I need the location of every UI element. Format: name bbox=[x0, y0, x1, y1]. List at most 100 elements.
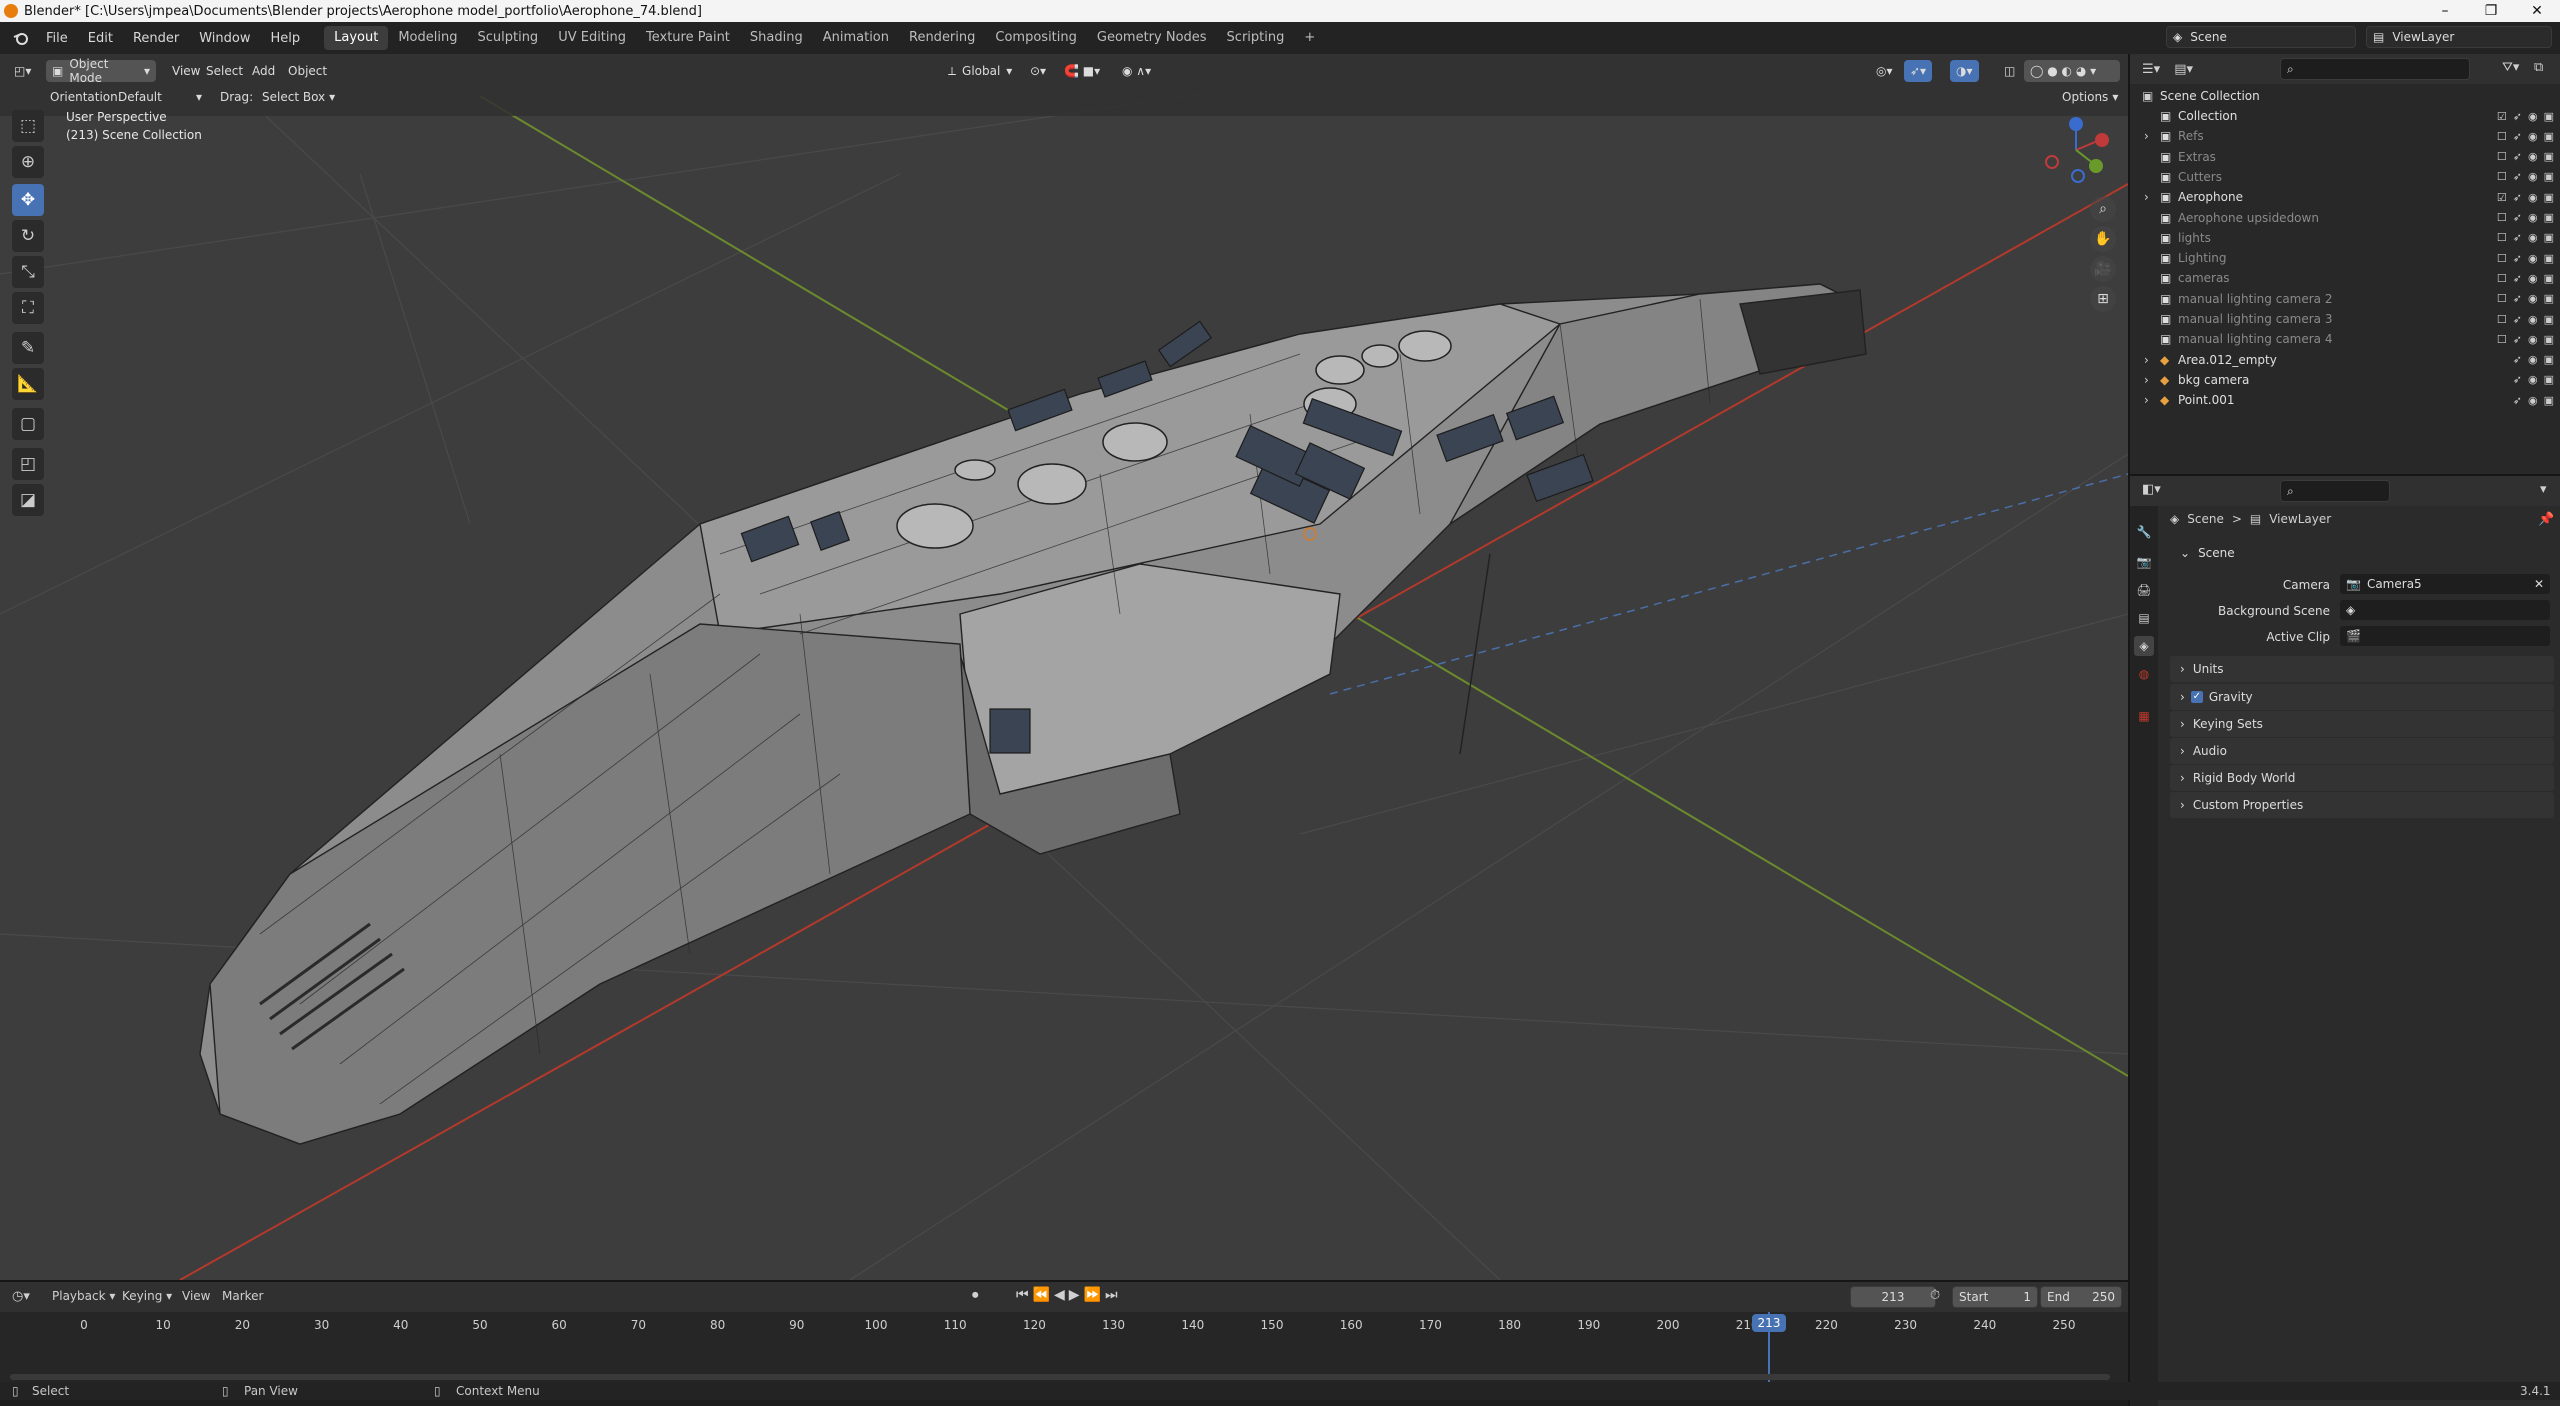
mode-dropdown[interactable]: ▣ Object Mode ▾ bbox=[46, 57, 156, 85]
menu-marker[interactable]: Marker bbox=[222, 1289, 263, 1303]
menu-view[interactable]: View bbox=[182, 1289, 210, 1303]
visibility-toggles[interactable]: ☑ ➶ ◉ ▣ bbox=[2497, 110, 2554, 123]
eye-icon[interactable]: ◉ bbox=[2528, 170, 2538, 183]
outliner-item[interactable]: ▣ Refs ☐ ➶ ◉ ▣ › bbox=[2130, 126, 2560, 146]
select-tool-icon[interactable]: ⬚ bbox=[12, 110, 44, 142]
eye-icon[interactable]: ◉ bbox=[2528, 292, 2538, 305]
tab-animation[interactable]: Animation bbox=[813, 26, 899, 50]
exclude-checkbox[interactable]: ☐ bbox=[2497, 313, 2507, 326]
render-tab-icon[interactable]: 📷 bbox=[2134, 552, 2154, 572]
expand-arrow-icon[interactable]: › bbox=[2144, 393, 2149, 407]
camera-icon[interactable]: ▣ bbox=[2544, 313, 2554, 326]
menu-playback[interactable]: Playback ▾ bbox=[52, 1289, 115, 1303]
editor-type-icon[interactable]: ◰▾ bbox=[8, 60, 37, 82]
outliner-item[interactable]: ▣ cameras ☐ ➶ ◉ ▣ bbox=[2130, 268, 2560, 288]
new-collection-icon[interactable]: ⧉ bbox=[2534, 60, 2543, 75]
visibility-toggles[interactable]: ☐ ➶ ◉ ▣ bbox=[2497, 272, 2554, 285]
annotate-tool-icon[interactable]: ✎ bbox=[12, 332, 44, 364]
exclude-checkbox[interactable]: ☐ bbox=[2497, 272, 2507, 285]
tab-sculpting[interactable]: Sculpting bbox=[467, 26, 548, 50]
scene-selector[interactable]: ◈ Scene bbox=[2166, 26, 2356, 48]
eye-icon[interactable]: ◉ bbox=[2528, 252, 2538, 265]
world-tab-icon[interactable]: ◍ bbox=[2134, 664, 2154, 684]
playback-controls[interactable]: ⏮⏪◀▶⏩⏭ bbox=[1016, 1287, 1122, 1303]
gravity-checkbox[interactable]: ✓ bbox=[2190, 691, 2203, 703]
visibility-toggles[interactable]: ☐ ➶ ◉ ▣ bbox=[2497, 211, 2554, 224]
outliner-item[interactable]: ▣ Extras ☐ ➶ ◉ ▣ bbox=[2130, 147, 2560, 167]
pan-hand-icon[interactable]: ✋ bbox=[2090, 226, 2116, 252]
menu-object[interactable]: Object bbox=[282, 60, 333, 82]
select-arrow-icon[interactable]: ➶ bbox=[2513, 231, 2522, 244]
outliner-item[interactable]: ◆ bkg camera ➶ ◉ ▣ › bbox=[2130, 370, 2560, 390]
camera-icon[interactable]: ▣ bbox=[2544, 110, 2554, 123]
snap-icon[interactable]: 🧲 ■▾ bbox=[1058, 60, 1106, 82]
timeline-scrollbar[interactable] bbox=[10, 1374, 2110, 1380]
tab-scripting[interactable]: Scripting bbox=[1217, 26, 1295, 50]
output-tab-icon[interactable]: 🖨 bbox=[2134, 580, 2154, 600]
eye-icon[interactable]: ◉ bbox=[2528, 353, 2538, 366]
view-layer-tab-icon[interactable]: ▤ bbox=[2134, 608, 2154, 628]
tab-compositing[interactable]: Compositing bbox=[985, 26, 1087, 50]
keying-sets-panel[interactable]: › Keying Sets bbox=[2170, 711, 2554, 737]
eye-icon[interactable]: ◉ bbox=[2528, 130, 2538, 143]
menu-add[interactable]: Add bbox=[246, 60, 281, 82]
eye-icon[interactable]: ◉ bbox=[2528, 373, 2538, 386]
exclude-checkbox[interactable]: ☐ bbox=[2497, 150, 2507, 163]
xray-icon[interactable]: ◫ bbox=[1998, 60, 2021, 82]
camera-icon[interactable]: ▣ bbox=[2544, 353, 2554, 366]
chevron-down-icon[interactable]: ▾ bbox=[2540, 482, 2547, 497]
outliner-item[interactable]: ▣ manual lighting camera 2 ☐ ➶ ◉ ▣ bbox=[2130, 289, 2560, 309]
outliner-item[interactable]: ▣ Aerophone ☑ ➶ ◉ ▣ › bbox=[2130, 187, 2560, 207]
outliner-search-input[interactable]: ⌕ bbox=[2280, 58, 2470, 80]
gravity-panel[interactable]: › ✓ Gravity bbox=[2170, 684, 2554, 710]
outliner-item[interactable]: ◆ Area.012_empty ➶ ◉ ▣ › bbox=[2130, 350, 2560, 370]
outliner-editor-icon[interactable]: ☰▾ bbox=[2142, 62, 2160, 77]
eye-icon[interactable]: ◉ bbox=[2528, 313, 2538, 326]
maximize-button[interactable]: ❐ bbox=[2468, 0, 2514, 22]
cursor-tool-icon[interactable]: ⊕ bbox=[12, 146, 44, 178]
menu-window[interactable]: Window bbox=[189, 31, 260, 46]
scale-tool-icon[interactable]: ⤡ bbox=[12, 256, 44, 288]
pin-icon[interactable]: 📌 bbox=[2538, 512, 2554, 527]
pivot-point-icon[interactable]: ⊙▾ bbox=[1024, 60, 1052, 82]
scene-panel-header[interactable]: ⌄ Scene bbox=[2170, 540, 2554, 566]
select-arrow-icon[interactable]: ➶ bbox=[2513, 313, 2522, 326]
visibility-toggles[interactable]: ☐ ➶ ◉ ▣ bbox=[2497, 292, 2554, 305]
eye-icon[interactable]: ◉ bbox=[2528, 211, 2538, 224]
tab-modeling[interactable]: Modeling bbox=[388, 26, 467, 50]
camera-icon[interactable]: ▣ bbox=[2544, 231, 2554, 244]
exclude-checkbox[interactable]: ☐ bbox=[2497, 292, 2507, 305]
menu-select[interactable]: Select bbox=[200, 60, 249, 82]
gizmo-toggle-icon[interactable]: ➶▾ bbox=[1904, 60, 1933, 82]
tab-texture-paint[interactable]: Texture Paint bbox=[636, 26, 740, 50]
camera-icon[interactable]: ▣ bbox=[2544, 211, 2554, 224]
exclude-checkbox[interactable]: ☐ bbox=[2497, 170, 2507, 183]
tab-rendering[interactable]: Rendering bbox=[899, 26, 985, 50]
eye-icon[interactable]: ◉ bbox=[2528, 394, 2538, 407]
visibility-toggles[interactable]: ☐ ➶ ◉ ▣ bbox=[2497, 313, 2554, 326]
custom-properties-panel[interactable]: › Custom Properties bbox=[2170, 792, 2554, 818]
background-scene-field[interactable]: ◈ bbox=[2340, 600, 2550, 620]
close-button[interactable]: ✕ bbox=[2514, 0, 2560, 22]
overlay-toggle-icon[interactable]: ◑▾ bbox=[1950, 60, 1979, 82]
eye-icon[interactable]: ◉ bbox=[2528, 272, 2538, 285]
tab-geometry-nodes[interactable]: Geometry Nodes bbox=[1087, 26, 1217, 50]
visibility-toggles[interactable]: ☑ ➶ ◉ ▣ bbox=[2497, 191, 2554, 204]
select-arrow-icon[interactable]: ➶ bbox=[2513, 333, 2522, 346]
select-arrow-icon[interactable]: ➶ bbox=[2513, 252, 2522, 265]
select-arrow-icon[interactable]: ➶ bbox=[2513, 150, 2522, 163]
filter-icon[interactable]: ⛛▾ bbox=[2502, 60, 2519, 75]
exclude-checkbox[interactable]: ☐ bbox=[2497, 252, 2507, 265]
visibility-toggles[interactable]: ☐ ➶ ◉ ▣ bbox=[2497, 170, 2554, 183]
visibility-toggles[interactable]: ☐ ➶ ◉ ▣ bbox=[2497, 333, 2554, 346]
ortho-grid-icon[interactable]: ⊞ bbox=[2090, 286, 2116, 312]
tool-tab-icon[interactable]: 🔧 bbox=[2134, 522, 2154, 542]
outliner-item[interactable]: ▣ lights ☐ ➶ ◉ ▣ bbox=[2130, 228, 2560, 248]
camera-icon[interactable]: ▣ bbox=[2544, 333, 2554, 346]
exclude-checkbox[interactable]: ☐ bbox=[2497, 130, 2507, 143]
end-frame-field[interactable]: End 250 bbox=[2040, 1286, 2122, 1308]
display-mode-icon[interactable]: ▤▾ bbox=[2174, 62, 2193, 77]
exclude-checkbox[interactable]: ☐ bbox=[2497, 333, 2507, 346]
eye-icon[interactable]: ◉ bbox=[2528, 191, 2538, 204]
tab-uv-editing[interactable]: UV Editing bbox=[548, 26, 636, 50]
